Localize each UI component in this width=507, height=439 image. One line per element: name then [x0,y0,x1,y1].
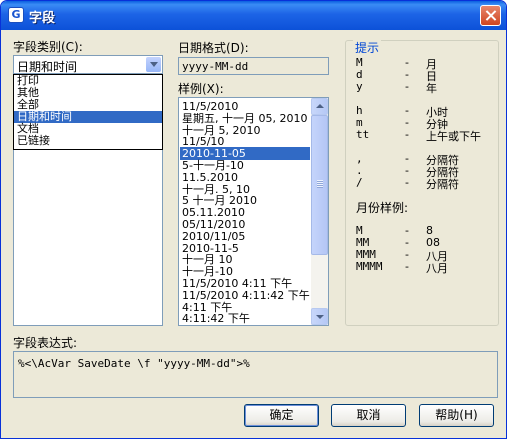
hint-title: 提示 [353,39,382,56]
hint-code: y [356,80,363,93]
date-format-field[interactable]: yyyy-MM-dd [178,57,329,75]
app-icon: G [8,7,24,23]
hint-dash: - [405,128,409,141]
close-button[interactable] [480,5,501,26]
example-item[interactable]: 4:11:42 下午 [180,312,310,325]
hint-desc: 分隔符 [426,178,459,191]
examples-listbox[interactable]: 11/5/2010 星期五, 十一月 05, 2010 十一月 5, 2010 11/… [178,97,329,326]
date-format-value: yyyy-MM-dd [182,60,249,73]
category-combobox[interactable]: 日期和时间 [13,55,163,74]
cancel-button[interactable]: 取消 [331,404,406,427]
window-title: 字段 [29,11,56,26]
expression-label: 字段表达式: [13,336,78,350]
hint-group-box [345,40,499,326]
month-sample-desc: 八月 [426,262,448,275]
hint-dash: - [405,80,409,93]
month-sample-dash: - [405,260,409,273]
scroll-up-icon[interactable] [311,98,328,115]
hint-code: tt [356,128,370,141]
chevron-down-icon[interactable] [146,57,161,72]
ok-button[interactable]: 确定 [244,404,319,427]
hint-desc: 上午或下午 [426,130,481,143]
expression-field[interactable]: %<\AcVar SaveDate \f "yyyy-MM-dd">% [13,351,498,398]
title-bar: G 字段 [1,1,506,30]
vertical-scrollbar[interactable] [311,98,328,325]
hint-desc: 年 [426,82,437,95]
examples-label: 样例(X): [178,82,224,96]
field-dialog: G 字段 字段类别(C): 日期和时间 打印 其他 全部 日期和时间 文档 已链接 日期格… [0,0,507,439]
hint-dash: - [405,176,409,189]
date-format-label: 日期格式(D): [178,41,249,55]
category-selected: 日期和时间 [17,60,78,74]
category-option[interactable]: 已链接 [14,135,162,147]
scroll-down-icon[interactable] [311,308,328,325]
month-sample-code: MMMM [356,260,383,273]
month-samples-title: 月份样例: [356,201,409,215]
expression-value: %<\AcVar SaveDate \f "yyyy-MM-dd">% [18,357,250,370]
help-button[interactable]: 帮助(H) [419,404,494,427]
category-label: 字段类别(C): [13,40,83,54]
scroll-thumb[interactable] [311,115,328,255]
category-dropdown-list[interactable]: 打印 其他 全部 日期和时间 文档 已链接 [13,74,163,150]
hint-code: / [356,176,363,189]
category-listbox [13,150,163,326]
